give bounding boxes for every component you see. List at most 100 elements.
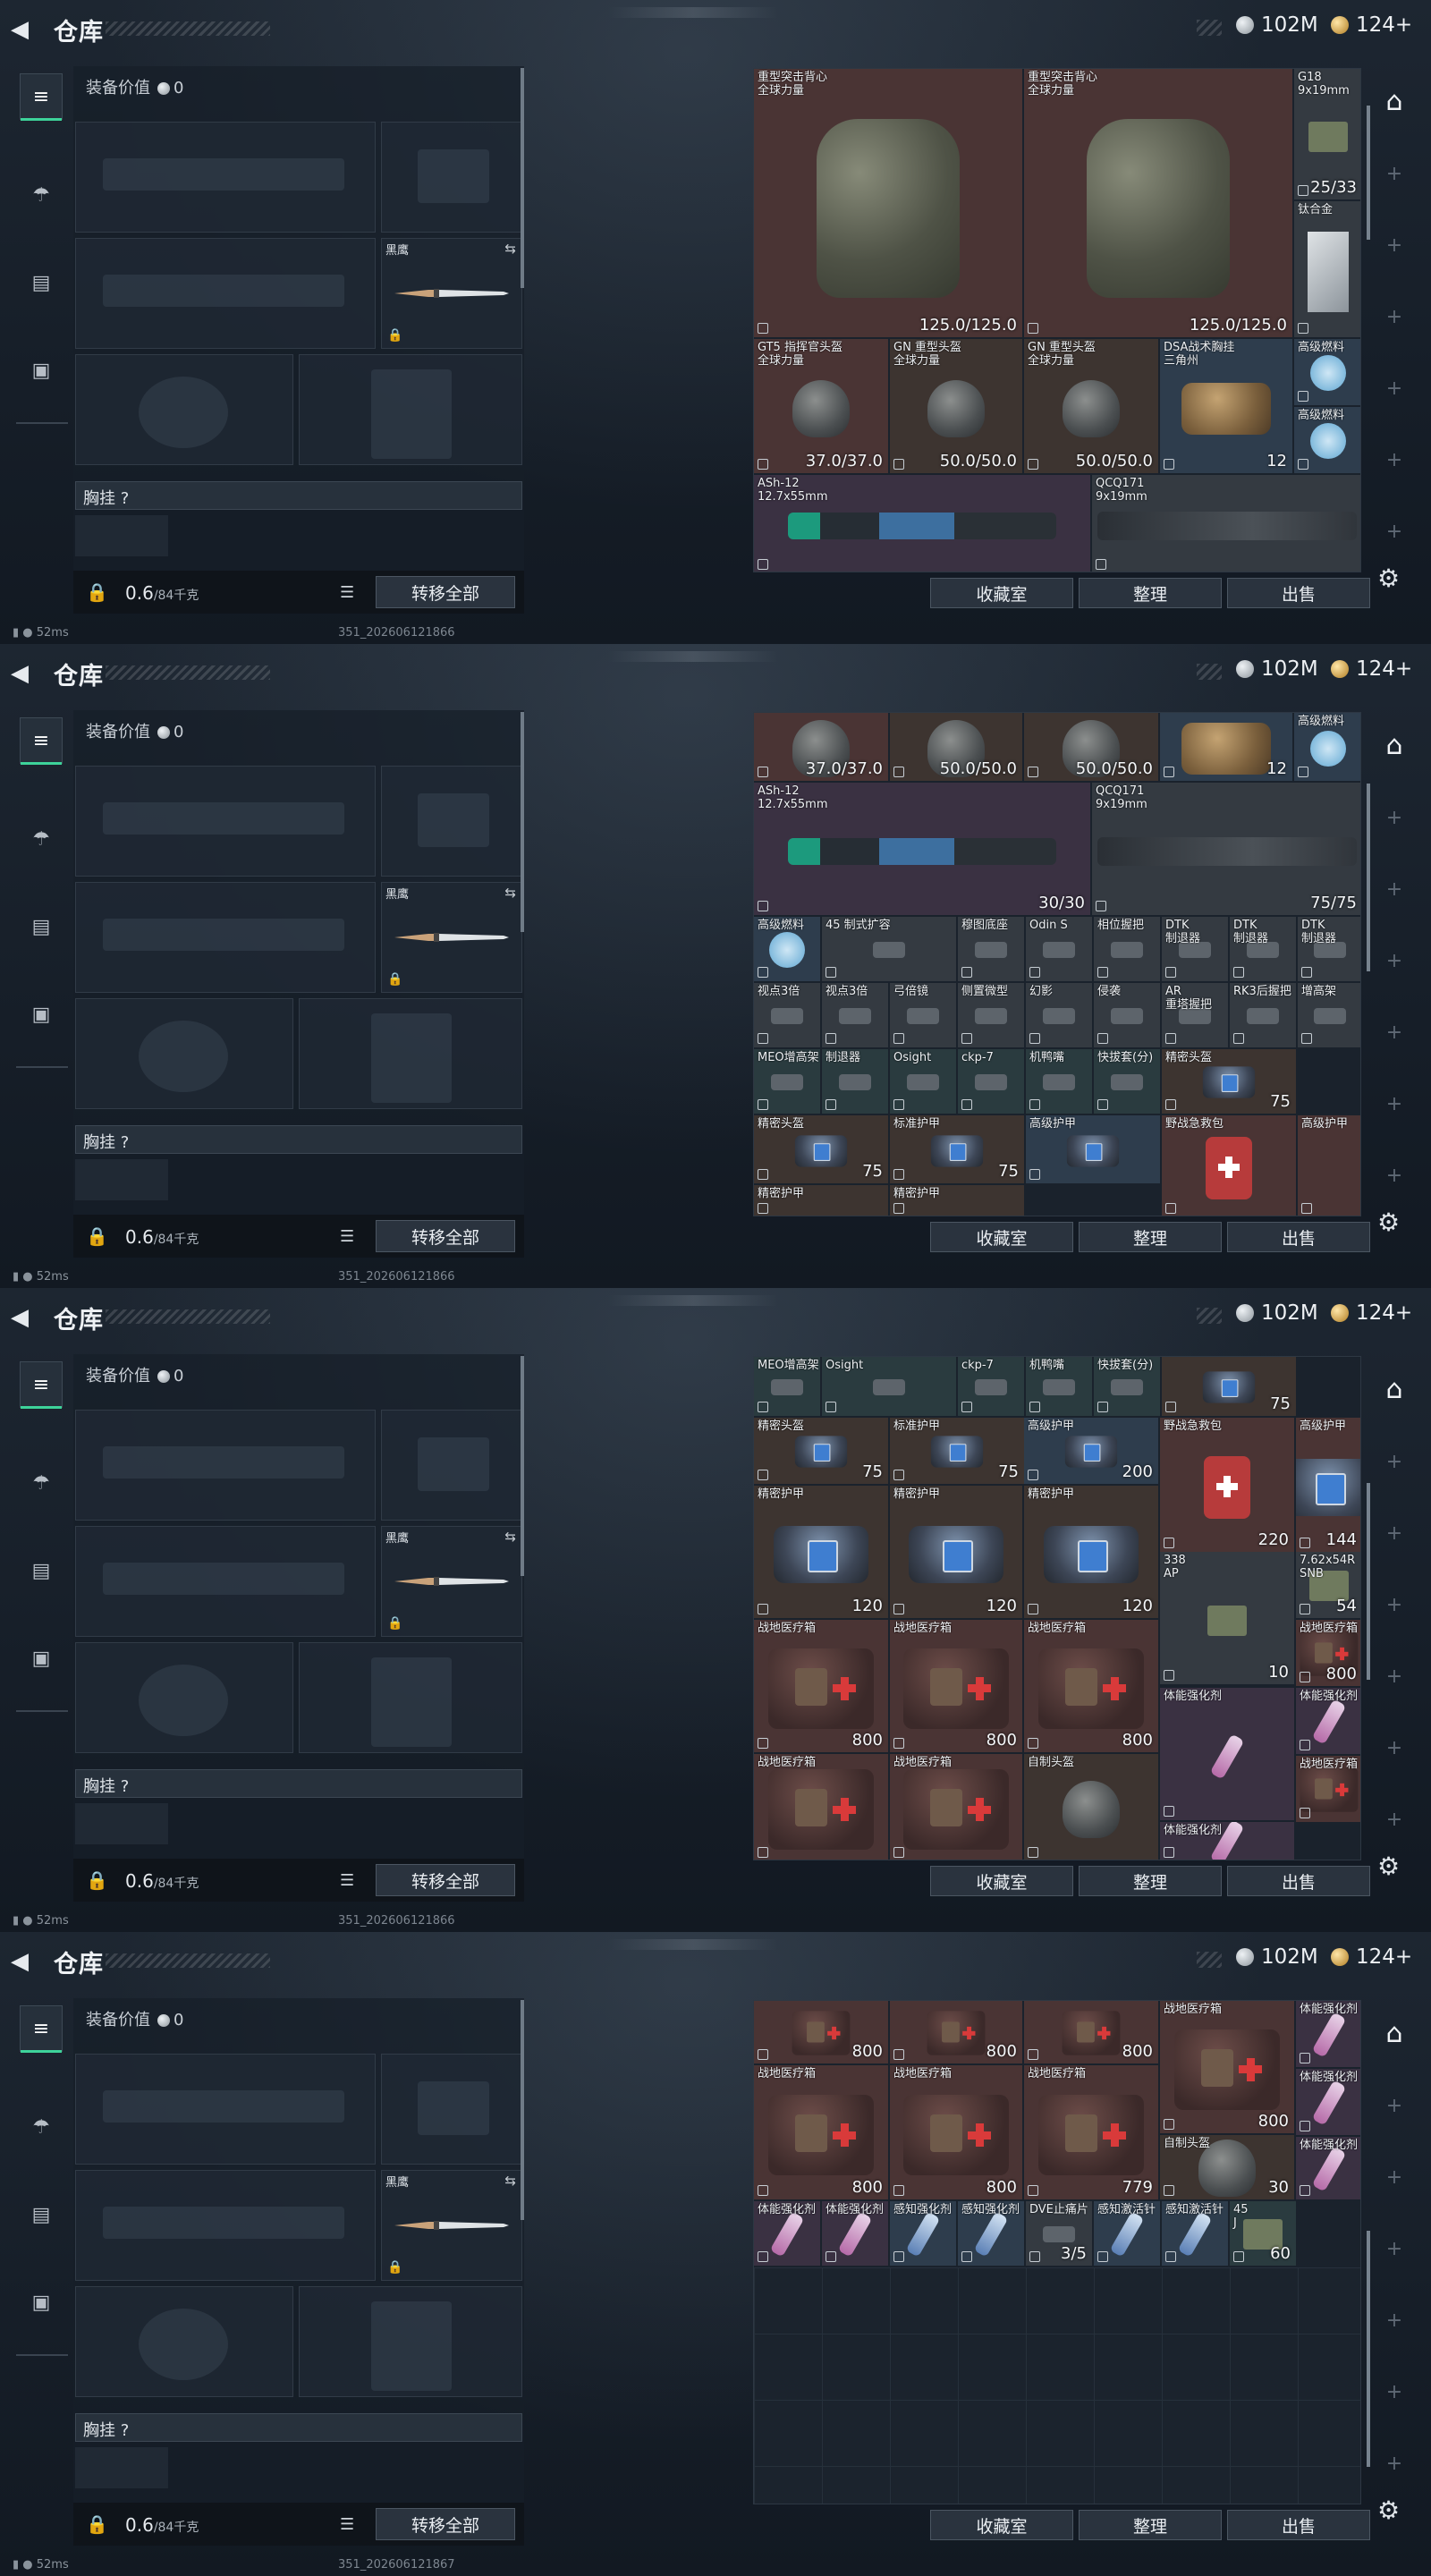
item-cell[interactable]: 高级护甲 200	[1024, 1418, 1158, 1484]
select-checkbox-icon[interactable]	[961, 2251, 972, 2262]
swap-icon[interactable]: ⇆	[504, 1529, 516, 1545]
transfer-all-button[interactable]: 转移全部	[376, 1864, 515, 1896]
list-icon[interactable]: ☰	[340, 583, 354, 602]
select-checkbox-icon[interactable]	[1097, 1033, 1108, 1044]
item-cell[interactable]: 800	[890, 2001, 1022, 2063]
sell-button[interactable]: 出售	[1227, 2510, 1370, 2540]
item-cell[interactable]: 战地医疗箱 800	[1296, 1620, 1360, 1686]
item-cell[interactable]: 45 J 60	[1230, 2201, 1296, 2266]
add-tab-icon[interactable]: +	[1374, 950, 1415, 972]
select-checkbox-icon[interactable]	[758, 1847, 768, 1858]
select-checkbox-icon[interactable]	[893, 767, 904, 777]
select-checkbox-icon[interactable]	[1300, 1740, 1310, 1750]
select-checkbox-icon[interactable]	[1097, 2251, 1108, 2262]
loadout-scrollbar[interactable]	[521, 712, 524, 932]
gold-currency[interactable]: 124+	[1331, 1301, 1412, 1325]
add-tab-icon[interactable]: +	[1374, 1522, 1415, 1545]
item-cell[interactable]: 穆图底座	[958, 917, 1024, 981]
select-checkbox-icon[interactable]	[1165, 1099, 1176, 1110]
item-cell[interactable]: 幻影	[1026, 983, 1092, 1047]
add-tab-icon[interactable]: +	[1374, 2095, 1415, 2117]
warehouse-scrollbar[interactable]	[1367, 784, 1370, 971]
item-cell[interactable]: 精密头盔 75	[754, 1115, 888, 1183]
add-tab-icon[interactable]: +	[1374, 2309, 1415, 2332]
select-checkbox-icon[interactable]	[1164, 2185, 1174, 2196]
select-checkbox-icon[interactable]	[1029, 1169, 1040, 1180]
helmet-slot[interactable]	[75, 998, 293, 1109]
select-checkbox-icon[interactable]	[1165, 1402, 1176, 1412]
add-tab-icon[interactable]: +	[1374, 1165, 1415, 1187]
select-checkbox-icon[interactable]	[758, 2251, 768, 2262]
back-arrow-icon[interactable]: ◀	[11, 660, 38, 687]
melee-slot[interactable]: 黑鹰 ⇆ 🔒	[381, 882, 522, 993]
select-checkbox-icon[interactable]	[893, 459, 904, 470]
item-cell[interactable]: 相位握把	[1094, 917, 1160, 981]
item-cell[interactable]: 感知强化剂	[890, 2201, 956, 2266]
settings-gear-icon[interactable]: ⚙	[1377, 564, 1400, 593]
item-cell[interactable]: Odin S	[1026, 917, 1092, 981]
select-checkbox-icon[interactable]	[893, 1033, 904, 1044]
select-checkbox-icon[interactable]	[1233, 1033, 1244, 1044]
gold-currency[interactable]: 124+	[1331, 657, 1412, 681]
item-cell[interactable]: 侧置微型	[958, 983, 1024, 1047]
add-tab-icon[interactable]: +	[1374, 1665, 1415, 1688]
select-checkbox-icon[interactable]	[758, 1033, 768, 1044]
item-cell[interactable]: AR 重塔握把	[1162, 983, 1228, 1047]
select-checkbox-icon[interactable]	[758, 901, 768, 911]
item-cell[interactable]: 制退器	[822, 1049, 888, 1114]
select-checkbox-icon[interactable]	[758, 967, 768, 978]
item-cell[interactable]: ckp-7	[958, 1049, 1024, 1114]
add-tab-icon[interactable]: +	[1374, 1451, 1415, 1473]
clipboard-tab-icon[interactable]: ▤	[20, 259, 63, 306]
item-cell[interactable]: QCQ171 9x19mm	[1092, 475, 1360, 572]
list-icon[interactable]: ☰	[340, 1871, 354, 1890]
select-checkbox-icon[interactable]	[1165, 2251, 1176, 2262]
gear-tab-icon[interactable]: ☂	[20, 816, 63, 862]
select-checkbox-icon[interactable]	[1300, 2053, 1310, 2063]
add-tab-icon[interactable]: +	[1374, 234, 1415, 257]
select-checkbox-icon[interactable]	[1298, 459, 1308, 470]
select-checkbox-icon[interactable]	[826, 1033, 836, 1044]
item-cell[interactable]: 800	[1024, 2001, 1158, 2063]
item-cell[interactable]: 重型突击背心 全球力量 125.0/125.0	[1024, 69, 1292, 337]
item-cell[interactable]: 战地医疗箱 800	[754, 1620, 888, 1752]
item-cell[interactable]: ASh-12 12.7x55mm	[754, 475, 1090, 572]
item-cell[interactable]: 机鸭嘴	[1026, 1049, 1092, 1114]
add-tab-icon[interactable]: +	[1374, 1809, 1415, 1831]
item-cell[interactable]: QCQ171 9x19mm 75/75	[1092, 783, 1360, 915]
collection-button[interactable]: 收藏室	[930, 578, 1073, 608]
select-checkbox-icon[interactable]	[1298, 323, 1308, 334]
item-cell[interactable]: 视点3倍	[754, 983, 820, 1047]
select-checkbox-icon[interactable]	[1300, 1672, 1310, 1682]
weapon-tab-icon[interactable]: ≡	[20, 73, 63, 121]
armor-slot[interactable]	[299, 998, 522, 1109]
select-checkbox-icon[interactable]	[758, 1402, 768, 1412]
help-icon[interactable]: ?	[121, 2421, 130, 2440]
select-checkbox-icon[interactable]	[961, 1033, 972, 1044]
item-cell[interactable]: 战地医疗箱 800	[890, 2065, 1022, 2199]
item-cell[interactable]: 体能强化剂	[1296, 2069, 1360, 2135]
helmet-slot[interactable]	[75, 2286, 293, 2397]
select-checkbox-icon[interactable]	[1164, 2119, 1174, 2130]
item-cell[interactable]: 快拔套(分)	[1094, 1357, 1160, 1416]
item-cell[interactable]: 增高架	[1298, 983, 1360, 1047]
item-cell[interactable]: 精密头盔 75	[1162, 1049, 1296, 1114]
select-checkbox-icon[interactable]	[1301, 1033, 1312, 1044]
item-cell[interactable]: 338 AP 10	[1160, 1552, 1294, 1684]
add-tab-icon[interactable]: +	[1374, 2453, 1415, 2475]
select-checkbox-icon[interactable]	[758, 2185, 768, 2196]
select-checkbox-icon[interactable]	[961, 1099, 972, 1110]
armor-slot[interactable]	[299, 2286, 522, 2397]
item-cell[interactable]: 高级护甲	[1298, 1115, 1360, 1216]
select-checkbox-icon[interactable]	[1165, 1203, 1176, 1214]
loadout-scrollbar[interactable]	[521, 1356, 524, 1576]
primary-weapon-slot[interactable]	[75, 766, 376, 877]
sort-button[interactable]: 整理	[1079, 2510, 1222, 2540]
melee-slot[interactable]: 黑鹰 ⇆ 🔒	[381, 238, 522, 349]
chest-rig-slot[interactable]	[75, 515, 168, 556]
select-checkbox-icon[interactable]	[1097, 967, 1108, 978]
armor-slot[interactable]	[299, 354, 522, 465]
melee-slot[interactable]: 黑鹰 ⇆ 🔒	[381, 1526, 522, 1637]
item-cell[interactable]: 精密护甲 120	[1024, 1486, 1158, 1618]
transfer-all-button[interactable]: 转移全部	[376, 2508, 515, 2540]
